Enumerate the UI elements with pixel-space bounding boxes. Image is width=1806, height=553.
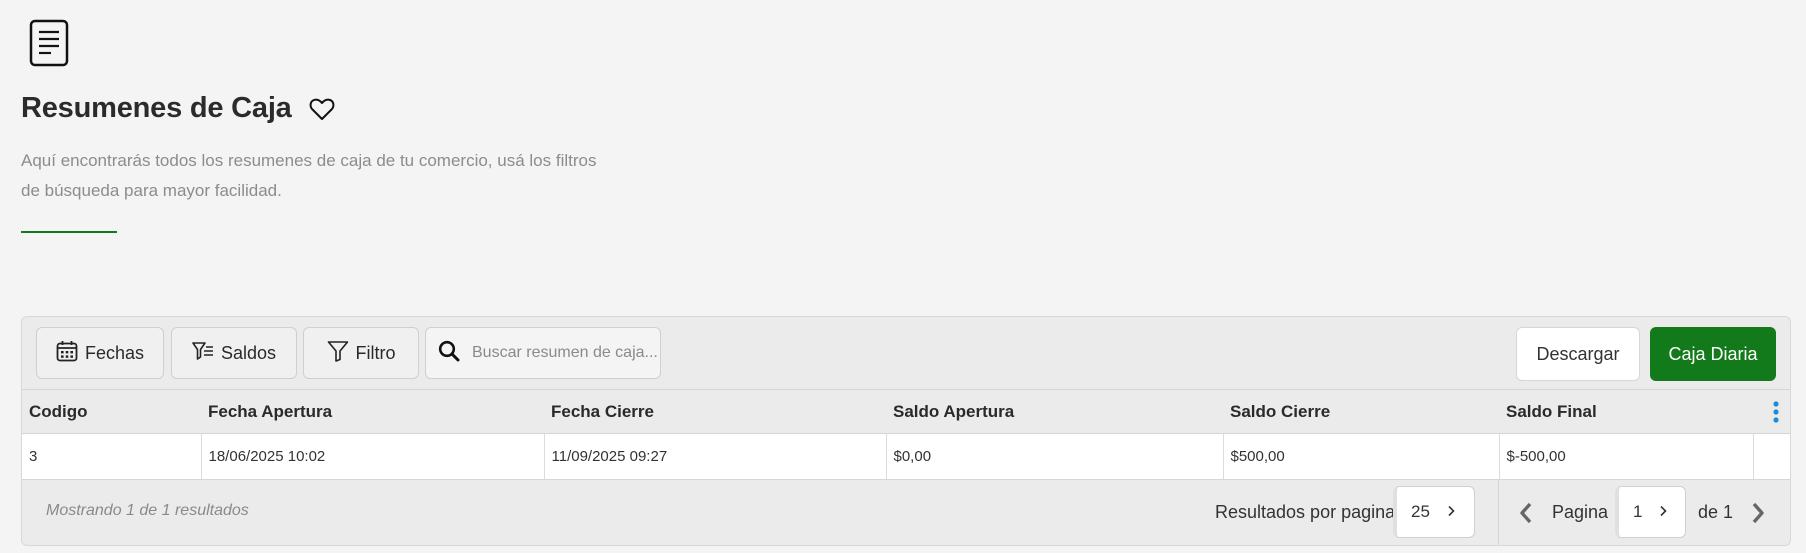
prev-page-icon[interactable] [1518, 502, 1534, 529]
column-header[interactable]: Fecha Cierre [544, 389, 886, 434]
search-input[interactable] [472, 344, 657, 362]
table-header-row: Codigo Fecha Apertura Fecha Cierre Saldo… [22, 389, 1790, 434]
title-underline [21, 231, 117, 233]
table-cell [1753, 433, 1790, 480]
column-menu [1753, 389, 1790, 434]
per-page-label: Resultados por pagina [1215, 502, 1396, 522]
next-page-icon[interactable] [1750, 502, 1766, 529]
page-title: Resumenes de Caja [21, 92, 292, 124]
description-line: de búsqueda para mayor facilidad. [21, 181, 282, 200]
results-count: Mostrando 1 de 1 resultados [46, 502, 249, 519]
chevron-right-icon [1658, 502, 1668, 522]
column-header[interactable]: Codigo [22, 389, 201, 434]
fechas-label: Fechas [84, 342, 145, 363]
pager-divider [1498, 480, 1499, 545]
document-icon [28, 18, 72, 68]
saldos-button[interactable]: Saldos [171, 327, 297, 379]
chevron-right-icon [1446, 502, 1456, 522]
page-select[interactable]: 1 [1615, 486, 1686, 538]
kebab-menu-icon[interactable] [1760, 400, 1790, 424]
description-line: Aquí encontrarás todos los resumenes de … [21, 151, 597, 170]
filtro-button[interactable]: Filtro [303, 327, 419, 379]
fechas-button[interactable]: Fechas [36, 327, 164, 379]
saldos-label: Saldos [220, 342, 277, 363]
calendar-icon [56, 340, 78, 367]
page-label: Pagina [1552, 502, 1609, 522]
per-page-select[interactable]: 25 [1393, 486, 1475, 538]
page-value: 1 [1633, 502, 1643, 521]
search-box [425, 327, 661, 379]
table-cell: 11/09/2025 09:27 [544, 433, 887, 480]
column-header[interactable]: Saldo Apertura [886, 389, 1223, 434]
table-cell: 18/06/2025 10:02 [201, 433, 545, 480]
title-row: Resumenes de Caja [21, 92, 336, 125]
heart-icon[interactable] [308, 95, 336, 123]
toolbar: Fechas Saldos Filtro Buscar resumen de c… [22, 317, 1790, 389]
search-icon [438, 340, 460, 367]
table-cell: $-500,00 [1499, 433, 1754, 480]
table-cell: $0,00 [886, 433, 1224, 480]
filter-icon [327, 340, 349, 367]
table-cell: 3 [22, 433, 202, 480]
filter-list-icon [192, 341, 214, 366]
summaries-table: Codigo Fecha Apertura Fecha Cierre Saldo… [22, 389, 1790, 480]
page-description: Aquí encontrarás todos los resumenes de … [21, 146, 621, 206]
caja-diaria-button[interactable]: Caja Diaria [1650, 327, 1776, 381]
page-total: de 1 [1698, 502, 1734, 522]
per-page-value: 25 [1411, 502, 1430, 521]
column-header[interactable]: Saldo Cierre [1223, 389, 1499, 434]
table-row[interactable]: 3 18/06/2025 10:02 11/09/2025 09:27 $0,0… [22, 433, 1790, 480]
column-header[interactable]: Fecha Apertura [201, 389, 544, 434]
summaries-panel: Fechas Saldos Filtro Buscar resumen de c… [21, 316, 1791, 546]
table-cell: $500,00 [1223, 433, 1500, 480]
descargar-button[interactable]: Descargar [1516, 327, 1640, 381]
table-footer: Mostrando 1 de 1 resultados Resultados p… [22, 480, 1790, 545]
column-header[interactable]: Saldo Final [1499, 389, 1753, 434]
filtro-label: Filtro [355, 342, 396, 363]
